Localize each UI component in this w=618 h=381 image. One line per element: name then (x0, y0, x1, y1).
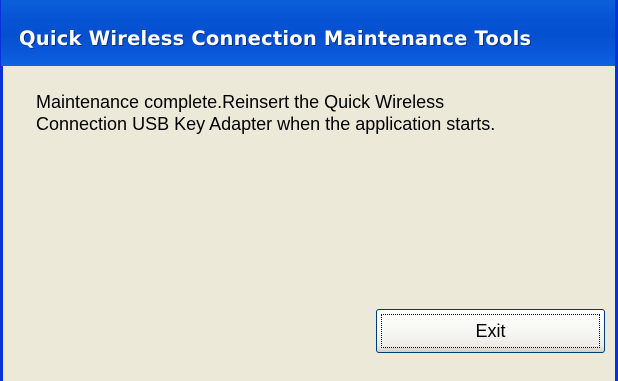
window-title: Quick Wireless Connection Maintenance To… (19, 27, 532, 50)
maintenance-dialog: Quick Wireless Connection Maintenance To… (0, 0, 618, 381)
status-message: Maintenance complete.Reinsert the Quick … (36, 91, 596, 135)
exit-button[interactable]: Exit (376, 309, 605, 353)
status-message-line-1: Maintenance complete.Reinsert the Quick … (36, 92, 445, 112)
title-bar[interactable]: Quick Wireless Connection Maintenance To… (0, 0, 618, 66)
status-message-line-2: Connection USB Key Adapter when the appl… (36, 114, 496, 134)
dialog-body: Maintenance complete.Reinsert the Quick … (0, 66, 618, 381)
exit-button-label: Exit (475, 321, 506, 341)
